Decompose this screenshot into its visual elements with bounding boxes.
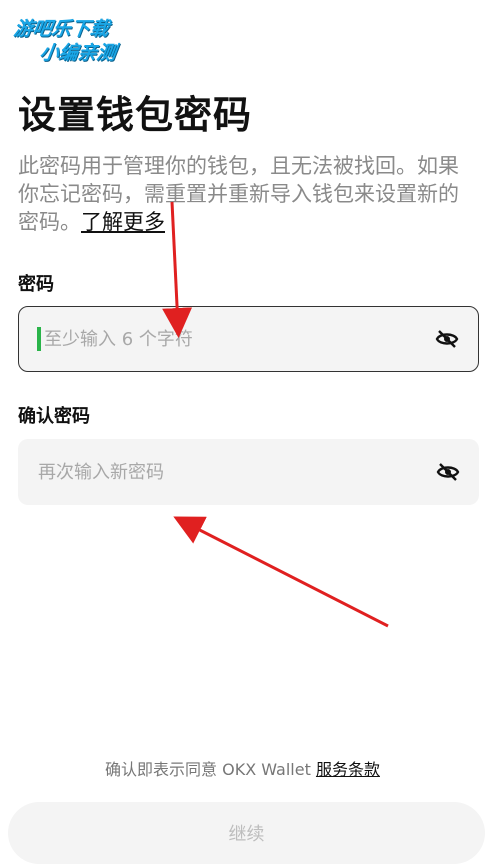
text-cursor xyxy=(37,327,41,351)
confirm-password-input[interactable] xyxy=(36,451,435,493)
page-title: 设置钱包密码 xyxy=(18,93,253,137)
eye-off-icon[interactable] xyxy=(434,326,460,352)
annotation-arrow-up xyxy=(173,516,389,628)
confirm-password-label: 确认密码 xyxy=(18,406,90,427)
password-label: 密码 xyxy=(18,274,54,295)
watermark-logo: 游吧乐下载 小编亲测 xyxy=(12,8,147,66)
terms-of-service-link[interactable]: 服务条款 xyxy=(316,760,380,779)
confirm-password-field[interactable] xyxy=(18,439,479,505)
eye-off-icon[interactable] xyxy=(435,459,461,485)
learn-more-link[interactable]: 了解更多 xyxy=(81,210,165,234)
terms-notice: 确认即表示同意 OKX Wallet 服务条款 xyxy=(0,756,485,780)
password-input[interactable] xyxy=(42,318,434,360)
terms-prefix: 确认即表示同意 OKX Wallet xyxy=(105,760,316,779)
watermark-line-1: 游吧乐下载 xyxy=(12,18,111,40)
password-field[interactable] xyxy=(18,306,479,372)
page-description: 此密码用于管理你的钱包，且无法被找回。如果你忘记密码，需重置并重新导入钱包来设置… xyxy=(18,152,473,236)
watermark-line-2: 小编亲测 xyxy=(38,42,118,64)
continue-button[interactable]: 继续 xyxy=(8,802,485,864)
